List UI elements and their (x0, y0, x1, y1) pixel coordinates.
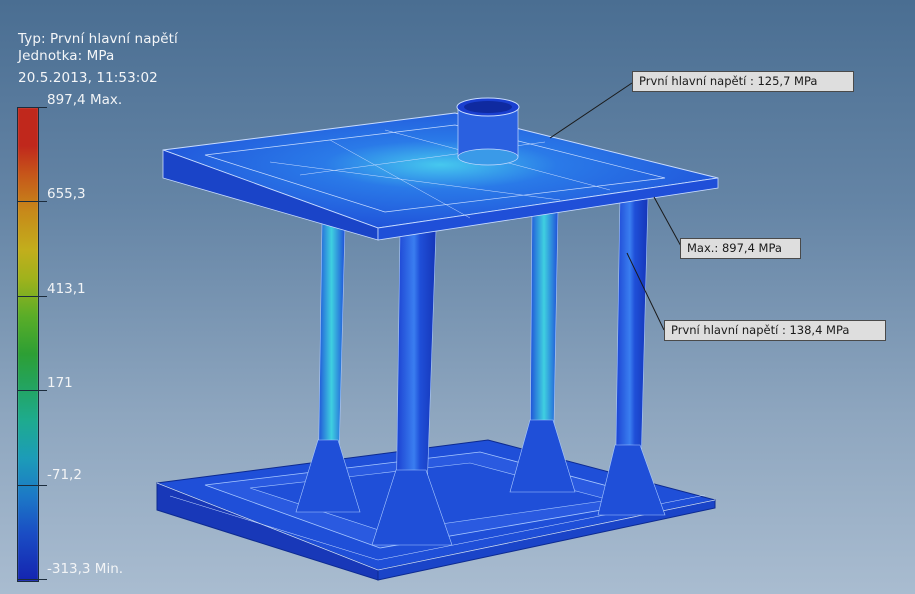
probe-callout-right[interactable]: První hlavní napětí : 138,4 MPa (664, 320, 886, 341)
top-cylinder (456, 97, 520, 166)
scale-tick (17, 201, 47, 202)
scale-label-min: -313,3 Min. (47, 561, 124, 577)
result-unit-label: Jednotka: MPa (18, 48, 115, 64)
result-date-label: 20.5.2013, 11:53:02 (18, 70, 158, 86)
scale-tick (17, 579, 47, 580)
scale-tick (17, 296, 47, 297)
scale-label: 413,1 (47, 281, 86, 297)
scale-tick (17, 390, 47, 391)
scale-tick (17, 107, 47, 108)
scale-tick (17, 485, 47, 486)
probe-callout-top[interactable]: První hlavní napětí : 125,7 MPa (632, 71, 854, 92)
scale-label: 655,3 (47, 186, 86, 202)
scale-label-max: 897,4 Max. (47, 92, 123, 108)
scale-label: -71,2 (47, 467, 82, 483)
result-type-label: Typ: První hlavní napětí (18, 31, 178, 47)
max-callout[interactable]: Max.: 897,4 MPa (680, 238, 801, 259)
scale-label: 171 (47, 375, 73, 391)
color-scale-bar (17, 107, 39, 582)
